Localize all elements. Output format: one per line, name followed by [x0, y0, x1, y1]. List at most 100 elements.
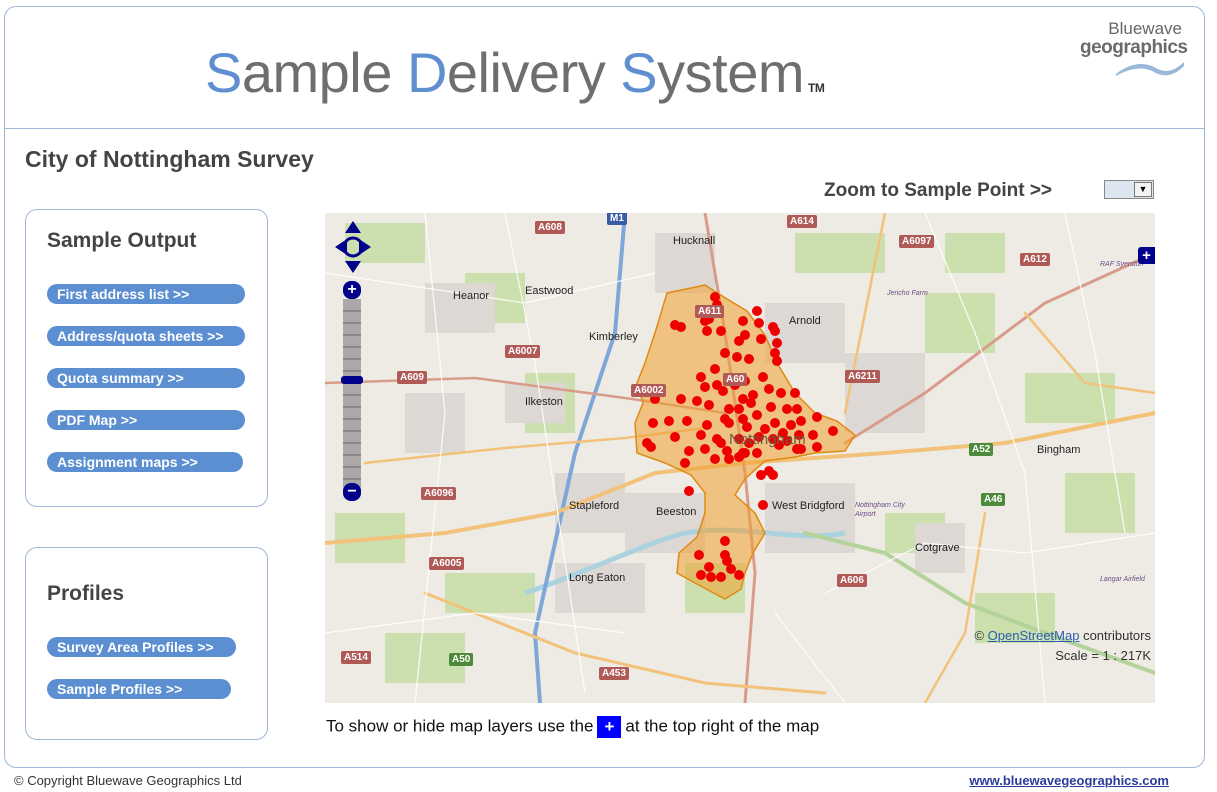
place-label: Bingham: [1037, 444, 1081, 456]
sample-point[interactable]: [754, 318, 764, 328]
sample-point[interactable]: [732, 352, 742, 362]
sample-point[interactable]: [716, 572, 726, 582]
sample-point[interactable]: [812, 442, 822, 452]
sample-point[interactable]: [724, 418, 734, 428]
road-label: A608: [535, 221, 565, 234]
map-scale: Scale = 1 : 217K: [1055, 648, 1151, 663]
layer-switcher-button[interactable]: +: [1138, 247, 1155, 264]
sample-point[interactable]: [664, 416, 674, 426]
sample-point[interactable]: [704, 400, 714, 410]
sample-point[interactable]: [734, 336, 744, 346]
sample-point[interactable]: [682, 416, 692, 426]
sample-point[interactable]: [792, 404, 802, 414]
sample-point[interactable]: [706, 572, 716, 582]
sample-point[interactable]: [772, 338, 782, 348]
sample-point[interactable]: [828, 426, 838, 436]
sample-point[interactable]: [720, 536, 730, 546]
openstreetmap-link[interactable]: OpenStreetMap: [988, 628, 1080, 643]
sample-point[interactable]: [744, 354, 754, 364]
sample-point[interactable]: [700, 444, 710, 454]
sample-point[interactable]: [704, 562, 714, 572]
pan-control: [335, 221, 371, 273]
sample-profiles-button[interactable]: Sample Profiles >>: [47, 679, 231, 699]
sample-point[interactable]: [702, 326, 712, 336]
sample-point[interactable]: [790, 388, 800, 398]
sample-point[interactable]: [696, 430, 706, 440]
sample-point[interactable]: [764, 384, 774, 394]
sample-point[interactable]: [756, 334, 766, 344]
sample-point[interactable]: [696, 372, 706, 382]
sample-point[interactable]: [758, 372, 768, 382]
title-part: S: [205, 41, 242, 104]
profiles-panel: Profiles Survey Area Profiles >> Sample …: [25, 547, 268, 740]
sample-point[interactable]: [812, 412, 822, 422]
sample-point[interactable]: [770, 418, 780, 428]
zoom-out-button[interactable]: −: [343, 483, 361, 501]
quota-summary-button[interactable]: Quota summary >>: [47, 368, 245, 388]
title-part: S: [620, 41, 658, 104]
sample-point[interactable]: [726, 564, 736, 574]
zoom-in-button[interactable]: +: [343, 281, 361, 299]
sample-point[interactable]: [670, 432, 680, 442]
sample-point[interactable]: [676, 394, 686, 404]
sample-point[interactable]: [786, 420, 796, 430]
sample-point[interactable]: [700, 382, 710, 392]
website-link[interactable]: www.bluewavegeographics.com: [969, 773, 1169, 788]
sample-point[interactable]: [758, 500, 768, 510]
sample-point[interactable]: [716, 326, 726, 336]
sample-point[interactable]: [676, 322, 686, 332]
sample-point[interactable]: [752, 306, 762, 316]
sample-point[interactable]: [776, 388, 786, 398]
sample-point[interactable]: [738, 448, 748, 458]
zoom-sample-point-select[interactable]: ▼: [1104, 180, 1154, 199]
survey-map[interactable]: + − Hucknall Eastwood Heanor Kimberley A…: [325, 213, 1155, 703]
place-label: Hucknall: [673, 235, 716, 247]
chevron-down-icon[interactable]: ▼: [1134, 182, 1152, 197]
profiles-heading: Profiles: [47, 582, 125, 605]
sample-point[interactable]: [702, 420, 712, 430]
app-title: Sample Delivery System TM: [205, 40, 825, 105]
road-label: A52: [969, 443, 994, 456]
sample-point[interactable]: [752, 448, 762, 458]
first-address-list-button[interactable]: First address list >>: [47, 284, 245, 304]
sample-point[interactable]: [716, 438, 726, 448]
address-quota-sheets-button[interactable]: Address/quota sheets >>: [47, 326, 245, 346]
sample-point[interactable]: [680, 458, 690, 468]
assignment-maps-button[interactable]: Assignment maps >>: [47, 452, 243, 472]
sample-point[interactable]: [766, 402, 776, 412]
sample-point[interactable]: [724, 454, 734, 464]
sample-point[interactable]: [734, 404, 744, 414]
sample-point[interactable]: [738, 316, 748, 326]
title-part: ample: [241, 41, 407, 104]
sample-point[interactable]: [772, 356, 782, 366]
sample-point[interactable]: [746, 398, 756, 408]
sample-point[interactable]: [724, 404, 734, 414]
header-divider: [4, 128, 1205, 129]
sample-point[interactable]: [734, 570, 744, 580]
sample-point[interactable]: [752, 410, 762, 420]
sample-point[interactable]: [720, 348, 730, 358]
sample-point[interactable]: [718, 386, 728, 396]
sample-point[interactable]: [770, 326, 780, 336]
sample-point[interactable]: [684, 486, 694, 496]
sample-point[interactable]: [710, 364, 720, 374]
sample-point[interactable]: [782, 404, 792, 414]
sample-point[interactable]: [694, 550, 704, 560]
sample-point[interactable]: [696, 570, 706, 580]
survey-area-profiles-button[interactable]: Survey Area Profiles >>: [47, 637, 236, 657]
sample-point[interactable]: [808, 430, 818, 440]
sample-point[interactable]: [796, 416, 806, 426]
sample-point[interactable]: [768, 470, 778, 480]
sample-point[interactable]: [646, 442, 656, 452]
plus-icon: +: [597, 716, 622, 738]
place-label: Ilkeston: [525, 396, 563, 408]
bluewave-logo: Bluewave geographics: [1080, 20, 1190, 82]
sample-point[interactable]: [684, 446, 694, 456]
sample-point[interactable]: [692, 396, 702, 406]
sample-point[interactable]: [648, 418, 658, 428]
map-zoom-controls[interactable]: [333, 219, 373, 509]
road-label: A6097: [899, 235, 935, 248]
sample-point[interactable]: [710, 454, 720, 464]
pdf-map-button[interactable]: PDF Map >>: [47, 410, 245, 430]
road-label: A453: [599, 667, 629, 680]
